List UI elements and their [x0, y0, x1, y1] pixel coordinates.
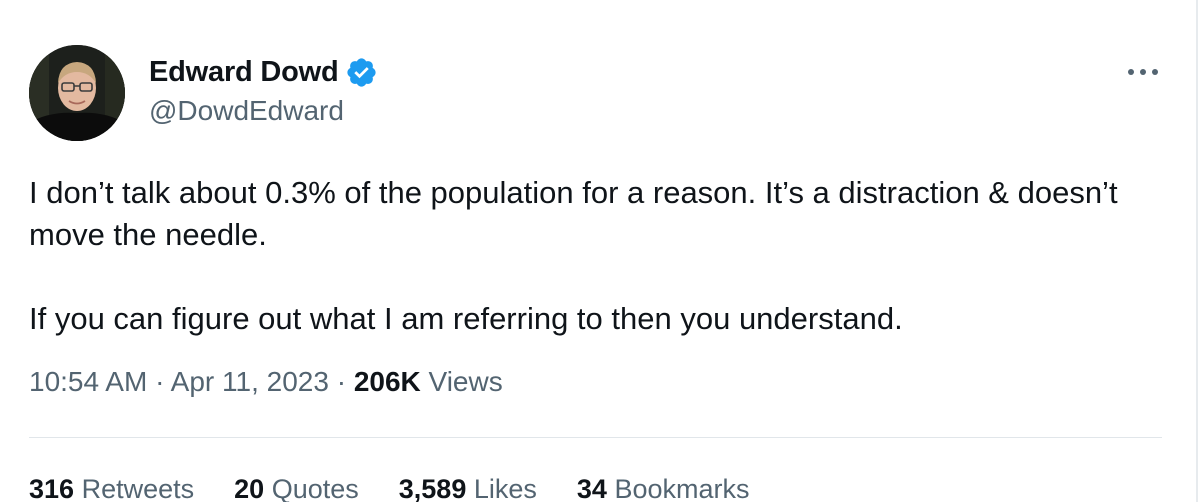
divider — [29, 437, 1162, 438]
stat-label: Quotes — [271, 474, 359, 502]
stat-label: Bookmarks — [614, 474, 750, 502]
meta-separator: · — [155, 366, 165, 397]
meta-separator: · — [336, 366, 347, 397]
tweet-paragraph: I don’t talk about 0.3% of the populatio… — [29, 175, 1118, 252]
more-icon — [1128, 69, 1158, 75]
author-name[interactable]: Edward Dowd — [149, 56, 339, 89]
views-count: 206K — [353, 366, 421, 397]
bookmarks-stat[interactable]: 34 Bookmarks — [577, 474, 750, 502]
tweet-meta: 10:54 AM · Apr 11, 2023 · 206K Views — [29, 366, 503, 398]
quotes-stat[interactable]: 20 Quotes — [234, 474, 359, 502]
more-button[interactable] — [1124, 58, 1164, 86]
person-photo-avatar — [29, 45, 125, 141]
stat-count: 34 — [576, 474, 607, 502]
tweet-text: I don’t talk about 0.3% of the populatio… — [29, 172, 1169, 340]
card-border — [1196, 0, 1198, 502]
tweet-date[interactable]: Apr 11, 2023 — [171, 366, 329, 397]
verified-badge-icon — [346, 57, 376, 87]
stat-count: 3,589 — [398, 474, 467, 502]
stat-count: 316 — [29, 474, 75, 502]
engagement-stats: 316 Retweets 20 Quotes 3,589 Likes 34 Bo… — [29, 474, 790, 502]
tweet-time[interactable]: 10:54 AM — [29, 366, 147, 397]
retweets-stat[interactable]: 316 Retweets — [29, 474, 194, 502]
author-handle[interactable]: @DowdEdward — [149, 95, 344, 127]
author-name-row[interactable]: Edward Dowd — [149, 54, 378, 90]
avatar[interactable] — [29, 45, 125, 141]
tweet-paragraph: If you can figure out what I am referrin… — [29, 301, 903, 336]
stat-label: Retweets — [81, 474, 195, 502]
likes-stat[interactable]: 3,589 Likes — [399, 474, 537, 502]
tweet-card: Edward Dowd @DowdEdward I don’t talk abo… — [0, 0, 1200, 502]
stat-label: Likes — [473, 474, 537, 502]
stat-count: 20 — [234, 474, 265, 502]
views-label: Views — [428, 366, 503, 397]
